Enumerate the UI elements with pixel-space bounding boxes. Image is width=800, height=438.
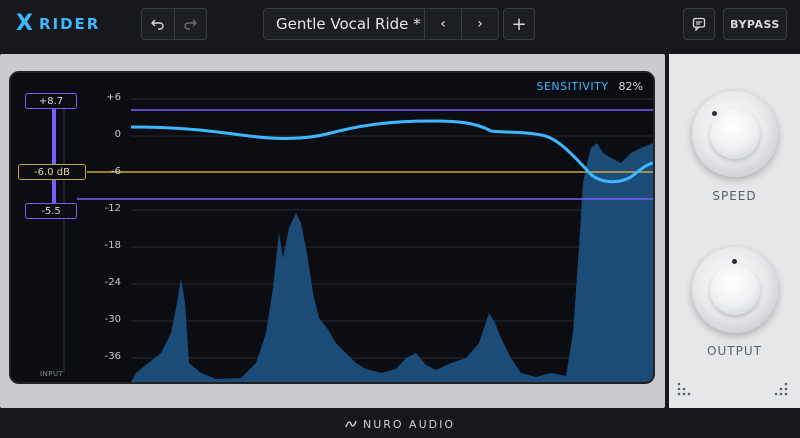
db-label-plus6: +6 xyxy=(106,92,121,103)
side-panel: SPEED OUTPUT xyxy=(669,54,800,408)
db-label-minus18: -18 xyxy=(104,240,121,251)
input-spectrum xyxy=(131,143,653,382)
range-bottom-handle[interactable]: -5.5 xyxy=(25,203,77,219)
db-label-minus36: -36 xyxy=(104,351,121,362)
logo-x-icon: X xyxy=(16,11,33,36)
redo-icon xyxy=(184,19,198,30)
add-preset-button[interactable]: + xyxy=(503,8,535,40)
sensitivity-label: SENSITIVITY xyxy=(536,80,609,93)
db-label-minus12: -12 xyxy=(104,203,121,214)
input-label: INPUT xyxy=(40,370,64,378)
range-top-handle[interactable]: +8.7 xyxy=(25,93,77,109)
footer-brand: NURO AUDIO xyxy=(362,417,456,431)
preset-name[interactable]: Gentle Vocal Ride * xyxy=(264,9,424,39)
redo-button[interactable] xyxy=(173,9,207,39)
prev-preset-button[interactable]: ‹ xyxy=(424,9,461,39)
next-preset-button[interactable]: › xyxy=(461,9,498,39)
speed-knob-cap[interactable] xyxy=(710,109,760,159)
speed-label: SPEED xyxy=(712,189,757,203)
preset-selector[interactable]: Gentle Vocal Ride * ‹ › xyxy=(263,8,499,40)
display-graphics xyxy=(52,98,653,382)
sensitivity-value[interactable]: 82% xyxy=(619,80,643,93)
sensitivity-control[interactable]: SENSITIVITY 82% xyxy=(536,80,643,93)
target-level-handle[interactable]: -6.0 dB xyxy=(18,164,86,180)
chat-icon xyxy=(692,17,706,31)
db-label-minus30: -30 xyxy=(104,314,121,325)
app-name: RIDER xyxy=(38,15,101,33)
feedback-button[interactable] xyxy=(683,8,715,40)
undo-button[interactable] xyxy=(142,9,174,39)
speed-knob[interactable] xyxy=(692,91,778,177)
bypass-button[interactable]: BYPASS xyxy=(723,8,787,40)
db-label-minus24: -24 xyxy=(104,277,121,288)
db-label-0: 0 xyxy=(114,129,121,140)
footer: NURO AUDIO xyxy=(0,410,800,438)
db-label-minus6: -6 xyxy=(111,166,121,177)
input-range-bar xyxy=(52,99,56,219)
output-knob-cap[interactable] xyxy=(710,265,760,315)
top-bar: X RIDER Gentle Vocal Ride * ‹ › + BYPASS xyxy=(0,0,800,48)
resize-dots-right-icon[interactable] xyxy=(774,382,788,396)
undo-redo-group xyxy=(141,8,207,40)
output-knob-indicator xyxy=(732,259,737,264)
nuro-wave-icon xyxy=(345,420,357,428)
ride-display[interactable]: +6 0 -6 -12 -18 -24 -30 -36 SENSITIVITY … xyxy=(9,71,655,384)
logo: X RIDER xyxy=(16,12,100,36)
undo-icon xyxy=(150,19,164,30)
speed-knob-indicator xyxy=(712,111,717,116)
output-label: OUTPUT xyxy=(707,344,762,358)
output-knob[interactable] xyxy=(692,247,778,333)
resize-dots-left-icon xyxy=(677,382,691,396)
